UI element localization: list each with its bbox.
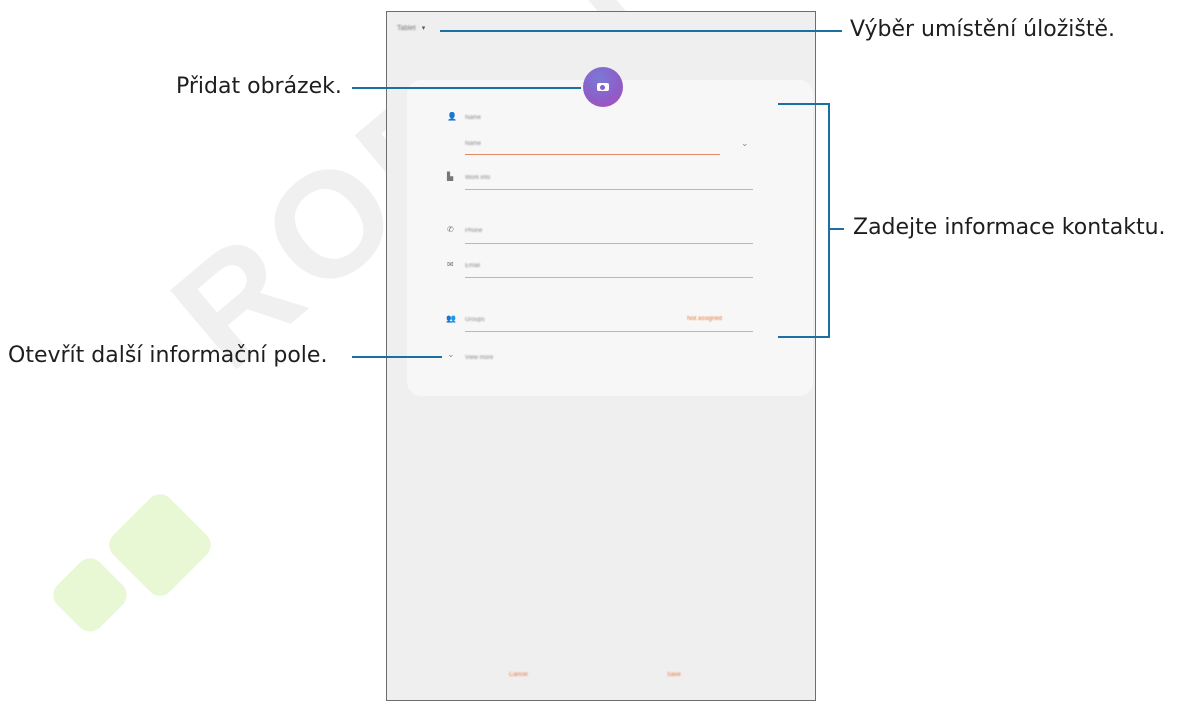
- bracket-top: [778, 103, 830, 105]
- name-underline: [465, 154, 720, 155]
- cancel-button[interactable]: Cancel: [509, 672, 528, 678]
- callout-line-more-fields: [352, 356, 442, 358]
- work-info-underline: [465, 189, 753, 190]
- groups-field[interactable]: Groups: [465, 317, 485, 323]
- name-label: Name: [465, 115, 482, 121]
- device-screen: Tablet ▾ 👤 Name Name ⌄ ▙ Work info ✆ Pho…: [386, 11, 816, 701]
- view-more-chevron-icon[interactable]: ⌄: [447, 349, 455, 360]
- callout-line-contact: [830, 228, 844, 230]
- callout-add-image: Přidat obrázek.: [176, 74, 342, 99]
- watermark-diamond-left-2: [47, 552, 133, 638]
- email-field[interactable]: Email: [465, 263, 480, 269]
- person-icon: 👤: [447, 112, 457, 121]
- view-more-link[interactable]: View more: [465, 355, 493, 361]
- groups-not-assigned[interactable]: Not assigned: [687, 316, 722, 322]
- name-input[interactable]: Name: [465, 141, 481, 147]
- storage-label: Tablet: [397, 24, 416, 32]
- watermark-diamond-left: [103, 488, 217, 602]
- email-underline: [465, 277, 753, 278]
- groups-underline: [465, 331, 753, 332]
- callout-line-add-image: [352, 87, 581, 89]
- save-button[interactable]: Save: [667, 672, 681, 678]
- dropdown-caret-icon: ▾: [421, 25, 426, 32]
- storage-selector[interactable]: Tablet ▾: [397, 24, 426, 33]
- callout-more-fields: Otevřít další informační pole.: [8, 343, 328, 368]
- bracket-bottom: [778, 336, 830, 338]
- work-info-field[interactable]: Work info: [465, 175, 490, 181]
- phone-underline: [465, 243, 753, 244]
- contact-form-card: [407, 80, 813, 396]
- phone-icon: ✆: [447, 225, 454, 234]
- callout-line-storage: [440, 30, 842, 32]
- email-icon: ✉: [447, 260, 454, 269]
- building-icon: ▙: [447, 172, 454, 181]
- add-image-button[interactable]: [583, 67, 623, 107]
- chevron-down-icon[interactable]: ⌄: [741, 138, 749, 149]
- callout-storage: Výběr umístění úložiště.: [850, 17, 1115, 42]
- phone-field[interactable]: Phone: [465, 228, 482, 234]
- group-icon: 👥: [446, 314, 456, 323]
- camera-icon: [597, 83, 609, 91]
- callout-contact-info: Zadejte informace kontaktu.: [853, 215, 1166, 240]
- bracket-vertical: [828, 103, 830, 338]
